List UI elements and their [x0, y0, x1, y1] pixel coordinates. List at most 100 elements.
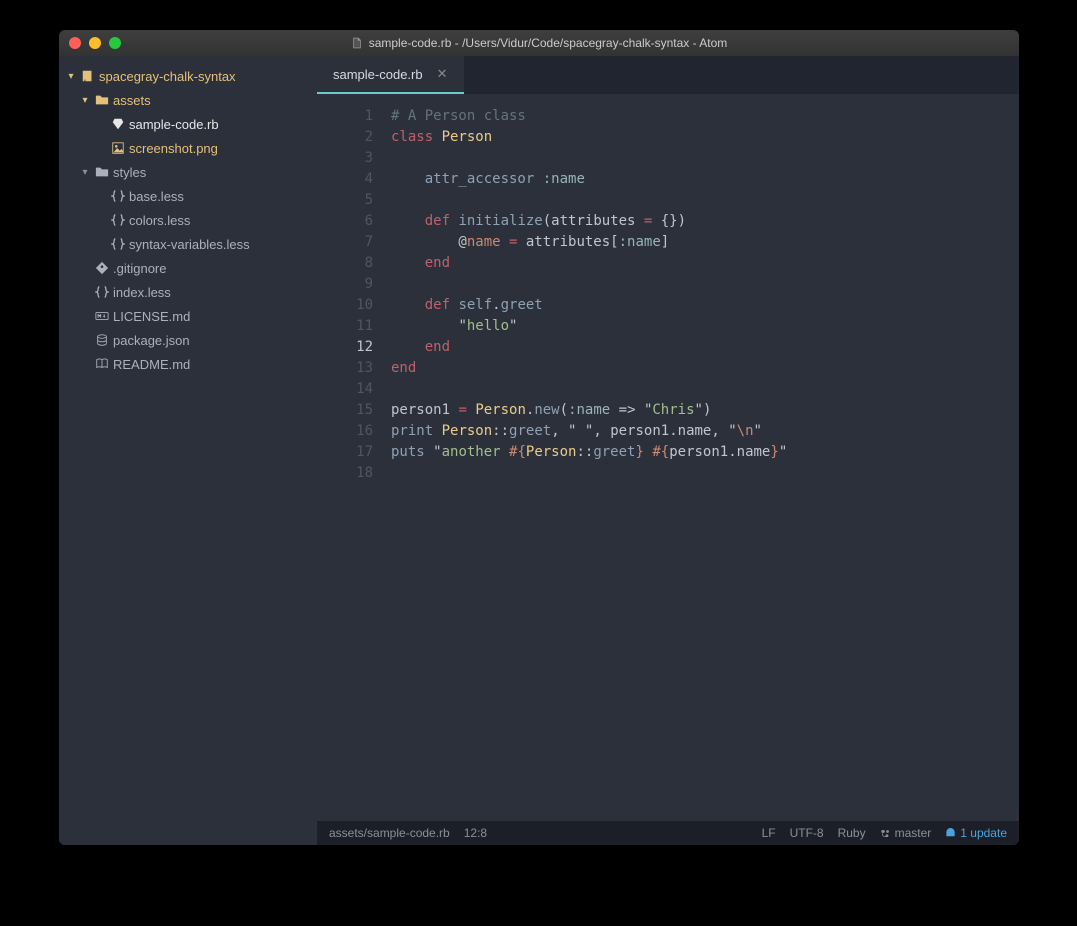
tree-item-base-less[interactable]: base.less — [59, 184, 317, 208]
line-number[interactable]: 11 — [317, 316, 373, 337]
status-file-path[interactable]: assets/sample-code.rb — [329, 826, 450, 840]
tab-active[interactable]: sample-code.rb ✕ — [317, 56, 464, 94]
code-line[interactable]: @name = attributes[:name] — [391, 232, 787, 253]
line-number[interactable]: 8 — [317, 253, 373, 274]
line-number[interactable]: 15 — [317, 400, 373, 421]
book-icon — [91, 357, 113, 371]
code-line[interactable]: def initialize(attributes = {}) — [391, 211, 787, 232]
tree-item-syntax-variables-less[interactable]: syntax-variables.less — [59, 232, 317, 256]
app-window: sample-code.rb - /Users/Vidur/Code/space… — [59, 30, 1019, 845]
folder-icon — [91, 93, 113, 107]
tree-item-colors-less[interactable]: colors.less — [59, 208, 317, 232]
code-line[interactable]: end — [391, 253, 787, 274]
minimize-window-button[interactable] — [89, 37, 101, 49]
tree-root[interactable]: ▾ spacegray-chalk-syntax — [59, 64, 317, 88]
tree-item-label: .gitignore — [113, 261, 166, 276]
status-grammar[interactable]: Ruby — [838, 826, 866, 840]
status-cursor-position[interactable]: 12:8 — [464, 826, 487, 840]
line-number[interactable]: 2 — [317, 127, 373, 148]
css-icon — [91, 285, 113, 299]
close-window-button[interactable] — [69, 37, 81, 49]
code-content[interactable]: # A Person classclass Person attr_access… — [385, 94, 787, 821]
window-body: ▾ spacegray-chalk-syntax ▾assetssample-c… — [59, 56, 1019, 845]
tree-item-styles[interactable]: ▾ styles — [59, 160, 317, 184]
line-number[interactable]: 1 — [317, 106, 373, 127]
editor-pane: sample-code.rb ✕ 12345678910111213141516… — [317, 56, 1019, 845]
tree-item-label: base.less — [129, 189, 184, 204]
ruby-icon — [107, 117, 129, 131]
line-number[interactable]: 3 — [317, 148, 373, 169]
code-line[interactable]: puts "another #{Person::greet} #{person1… — [391, 442, 787, 463]
line-number[interactable]: 18 — [317, 463, 373, 484]
tab-bar[interactable]: sample-code.rb ✕ — [317, 56, 1019, 94]
tree-item-license-md[interactable]: LICENSE.md — [59, 304, 317, 328]
status-update[interactable]: 1 update — [945, 826, 1007, 840]
line-number-gutter[interactable]: 123456789101112131415161718 — [317, 94, 385, 821]
tree-view[interactable]: ▾ spacegray-chalk-syntax ▾assets sample-c… — [59, 56, 317, 845]
css-icon — [107, 189, 129, 203]
folder-icon — [91, 165, 113, 179]
image-icon — [107, 141, 129, 155]
line-number[interactable]: 14 — [317, 379, 373, 400]
status-line-ending[interactable]: LF — [762, 826, 776, 840]
text-editor[interactable]: 123456789101112131415161718 # A Person c… — [317, 94, 1019, 821]
code-line[interactable] — [391, 274, 787, 295]
zoom-window-button[interactable] — [109, 37, 121, 49]
css-icon — [107, 213, 129, 227]
tree-item--gitignore[interactable]: .gitignore — [59, 256, 317, 280]
code-line[interactable]: class Person — [391, 127, 787, 148]
code-line[interactable] — [391, 463, 787, 484]
line-number[interactable]: 12 — [317, 337, 373, 358]
line-number[interactable]: 7 — [317, 232, 373, 253]
titlebar[interactable]: sample-code.rb - /Users/Vidur/Code/space… — [59, 30, 1019, 56]
line-number[interactable]: 4 — [317, 169, 373, 190]
tree-item-label: README.md — [113, 357, 190, 372]
line-number[interactable]: 13 — [317, 358, 373, 379]
json-icon — [91, 333, 113, 347]
tree-item-label: sample-code.rb — [129, 117, 219, 132]
line-number[interactable]: 17 — [317, 442, 373, 463]
chevron-down-icon: ▾ — [79, 167, 91, 178]
squirrel-icon — [945, 828, 956, 839]
tree-item-sample-code-rb[interactable]: sample-code.rb — [59, 112, 317, 136]
tree-item-assets[interactable]: ▾assets — [59, 88, 317, 112]
tree-item-label: index.less — [113, 285, 171, 300]
code-line[interactable]: "hello" — [391, 316, 787, 337]
code-line[interactable] — [391, 379, 787, 400]
git-branch-icon — [880, 828, 891, 839]
window-title: sample-code.rb - /Users/Vidur/Code/space… — [59, 36, 1019, 50]
status-encoding[interactable]: UTF-8 — [790, 826, 824, 840]
line-number[interactable]: 5 — [317, 190, 373, 211]
traffic-lights — [69, 37, 121, 49]
line-number[interactable]: 9 — [317, 274, 373, 295]
code-line[interactable]: attr_accessor :name — [391, 169, 787, 190]
repo-icon — [77, 69, 99, 83]
line-number[interactable]: 6 — [317, 211, 373, 232]
tree-item-screenshot-png[interactable]: screenshot.png — [59, 136, 317, 160]
tree-item-label: styles — [113, 165, 146, 180]
code-line[interactable]: end — [391, 337, 787, 358]
md-icon — [91, 309, 113, 323]
code-line[interactable]: person1 = Person.new(:name => "Chris") — [391, 400, 787, 421]
file-icon — [351, 37, 363, 49]
chevron-down-icon: ▾ — [65, 71, 77, 82]
tree-root-label: spacegray-chalk-syntax — [99, 69, 236, 84]
code-line[interactable]: # A Person class — [391, 106, 787, 127]
tree-item-label: screenshot.png — [129, 141, 218, 156]
tree-item-label: syntax-variables.less — [129, 237, 250, 252]
chevron-down-icon: ▾ — [79, 95, 91, 106]
code-line[interactable]: def self.greet — [391, 295, 787, 316]
line-number[interactable]: 10 — [317, 295, 373, 316]
code-line[interactable]: print Person::greet, " ", person1.name, … — [391, 421, 787, 442]
tree-item-index-less[interactable]: index.less — [59, 280, 317, 304]
code-line[interactable] — [391, 148, 787, 169]
tree-item-package-json[interactable]: package.json — [59, 328, 317, 352]
close-icon[interactable]: ✕ — [437, 66, 448, 82]
tree-item-readme-md[interactable]: README.md — [59, 352, 317, 376]
code-line[interactable]: end — [391, 358, 787, 379]
tree-item-label: colors.less — [129, 213, 190, 228]
tree-item-label: package.json — [113, 333, 190, 348]
status-git-branch[interactable]: master — [880, 826, 932, 840]
line-number[interactable]: 16 — [317, 421, 373, 442]
code-line[interactable] — [391, 190, 787, 211]
